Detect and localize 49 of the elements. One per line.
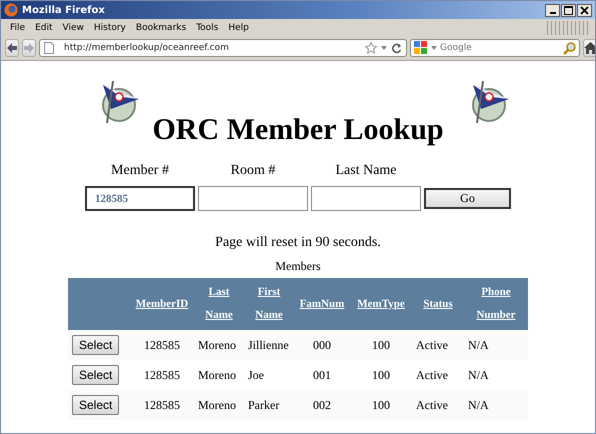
field-label: Last Name [335, 163, 397, 179]
table-cell: 128585 [130, 390, 194, 420]
table-cell: Active [412, 360, 464, 390]
table-cell: Jillienne [244, 330, 294, 360]
table-cell: Joe [244, 360, 294, 390]
table-cell: 128585 [130, 330, 194, 360]
table-cell: Moreno [194, 390, 244, 420]
table-cell: 128585 [130, 360, 194, 390]
table-cell: 100 [350, 330, 412, 360]
menu-item[interactable]: File [5, 22, 30, 32]
window-title: Mozilla Firefox [22, 4, 105, 16]
page-title: ORC Member Lookup [152, 113, 444, 147]
select-button[interactable]: Select [72, 335, 120, 355]
menu-item[interactable]: Help [223, 22, 254, 32]
input-field[interactable]: 128585 [85, 186, 195, 211]
column-header[interactable]: Last Name [194, 278, 244, 330]
table-cell: N/A [464, 330, 528, 360]
menu-item[interactable]: Tools [191, 22, 224, 32]
table-cell: N/A [464, 390, 528, 420]
column-header[interactable]: First Name [244, 278, 294, 330]
table-cell: Parker [244, 390, 294, 420]
table-caption: Members [274, 259, 322, 274]
select-button[interactable]: Select [72, 395, 120, 415]
table-cell: N/A [464, 360, 528, 390]
table-cell: 001 [294, 360, 350, 390]
field-label: Member # [111, 163, 169, 179]
table-cell: Active [412, 390, 464, 420]
table-cell: 002 [294, 390, 350, 420]
column-header[interactable]: MemberID [130, 278, 194, 330]
address-field[interactable]: http://memberlookup/oceanreef.com [39, 39, 407, 57]
search-bar[interactable]: Google [410, 39, 580, 57]
column-header[interactable]: MemType [350, 278, 412, 330]
table-cell: Moreno [194, 330, 244, 360]
go-button[interactable]: Go [424, 188, 511, 209]
table-cell: Moreno [194, 360, 244, 390]
column-header[interactable]: Status [412, 278, 464, 330]
table-cell: Active [412, 330, 464, 360]
menu-item[interactable]: History [88, 22, 131, 32]
table-cell: 000 [294, 330, 350, 360]
column-header[interactable]: FamNum [294, 278, 350, 330]
table-cell: 100 [350, 390, 412, 420]
menu-item[interactable]: Bookmarks [130, 22, 192, 32]
column-header[interactable]: Phone Number [464, 278, 528, 330]
reset-notice: Page will reset in 90 seconds. [214, 235, 382, 251]
table-cell: 100 [350, 360, 412, 390]
field-label: Room # [230, 163, 276, 179]
menu-item[interactable]: View [58, 22, 89, 32]
menu-item[interactable]: Edit [30, 22, 58, 32]
select-button[interactable]: Select [72, 365, 120, 385]
